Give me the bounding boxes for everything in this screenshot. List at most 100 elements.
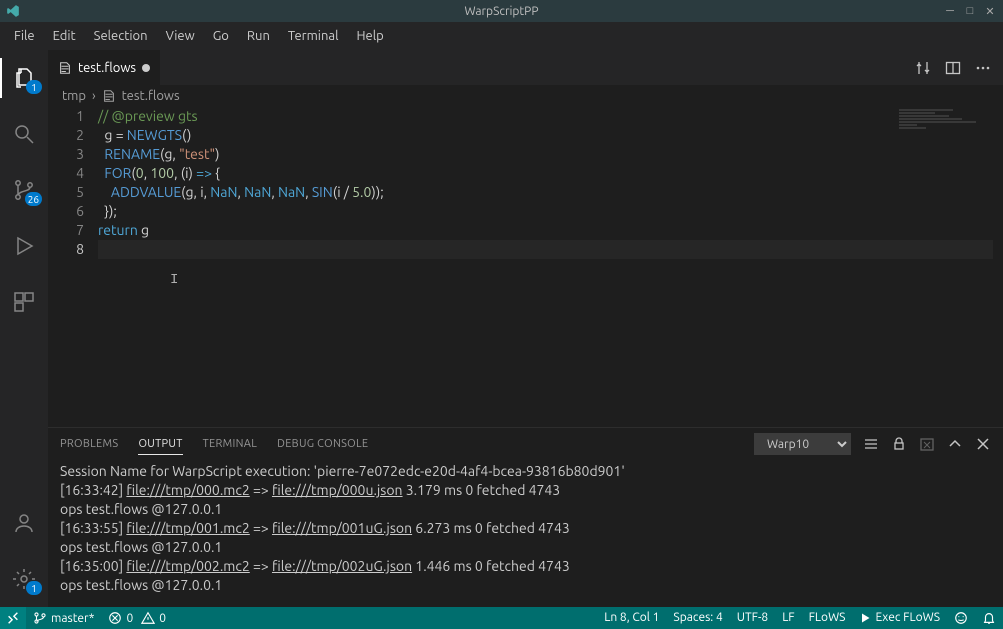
window-maximize-icon[interactable]: □ xyxy=(961,4,979,18)
code-line[interactable]: ADDVALUE(g, i, NaN, NaN, NaN, SIN(i / 5.… xyxy=(98,183,993,202)
output-link[interactable]: file:///tmp/002uG.json xyxy=(272,558,412,574)
output-link[interactable]: file:///tmp/000u.json xyxy=(272,482,403,498)
status-branch[interactable]: master* xyxy=(26,607,101,629)
code-line[interactable]: return g xyxy=(98,221,993,240)
line-number: 8 xyxy=(48,240,84,259)
breadcrumbs[interactable]: tmp › test.flows xyxy=(48,85,1003,107)
activity-explorer[interactable]: 1 xyxy=(0,58,48,98)
line-number: 3 xyxy=(48,145,84,164)
status-bar: master* 0 0 Ln 8, Col 1 Spaces: 4 UTF-8 … xyxy=(0,607,1003,629)
line-number: 6 xyxy=(48,202,84,221)
lock-icon[interactable] xyxy=(891,436,907,452)
status-indent[interactable]: Spaces: 4 xyxy=(666,611,729,624)
tab-dirty-indicator xyxy=(142,64,150,72)
chevron-right-icon: › xyxy=(92,89,96,103)
more-actions-icon[interactable] xyxy=(975,60,991,76)
menu-edit[interactable]: Edit xyxy=(45,25,84,47)
output-link[interactable]: file:///tmp/001uG.json xyxy=(272,520,412,536)
branch-label: master* xyxy=(51,612,94,625)
chevron-up-icon[interactable] xyxy=(947,436,963,452)
breadcrumb-root[interactable]: tmp xyxy=(62,89,86,103)
lang-label: FLoWS xyxy=(809,611,846,624)
status-exec-flows[interactable]: Exec FLoWS xyxy=(852,611,947,624)
output-line: ops test.flows @127.0.0.1 xyxy=(60,576,991,595)
code-line[interactable]: }); xyxy=(98,202,993,221)
activity-accounts[interactable] xyxy=(0,503,48,543)
window-close-icon[interactable]: ✕ xyxy=(981,4,999,18)
panel-tab-output[interactable]: Output xyxy=(138,434,182,455)
status-notifications[interactable] xyxy=(975,611,1003,625)
indent-label: Spaces: 4 xyxy=(673,611,722,624)
status-eol[interactable]: LF xyxy=(775,611,801,624)
activity-settings[interactable]: 1 xyxy=(0,559,48,599)
output-link[interactable]: file:///tmp/000.mc2 xyxy=(126,482,249,498)
minimap[interactable] xyxy=(899,109,989,149)
output-body[interactable]: Session Name for WarpScript execution: '… xyxy=(48,460,1003,607)
status-language[interactable]: FLoWS xyxy=(802,611,853,624)
window-titlebar: WarpScriptPP ─ □ ✕ xyxy=(0,0,1003,22)
output-line: ops test.flows @127.0.0.1 xyxy=(60,500,991,519)
line-number: 1 xyxy=(48,107,84,126)
branch-icon xyxy=(33,611,47,625)
code-line[interactable] xyxy=(98,240,993,259)
code-line[interactable]: g = NEWGTS() xyxy=(98,126,993,145)
close-panel-icon[interactable] xyxy=(975,436,991,452)
panel-tab-problems[interactable]: Problems xyxy=(60,434,118,454)
error-icon xyxy=(108,611,122,625)
menu-terminal[interactable]: Terminal xyxy=(280,25,347,47)
window-title: WarpScriptPP xyxy=(464,5,538,18)
menu-run[interactable]: Run xyxy=(239,25,278,47)
menu-selection[interactable]: Selection xyxy=(86,25,156,47)
activity-source-control[interactable]: 26 xyxy=(0,170,48,210)
panel-tab-terminal[interactable]: Terminal xyxy=(203,434,258,454)
code-content[interactable]: // @preview gts g = NEWGTS() RENAME(g, "… xyxy=(98,107,1003,427)
code-editor[interactable]: 12345678 // @preview gts g = NEWGTS() RE… xyxy=(48,107,1003,427)
code-line[interactable]: // @preview gts xyxy=(98,107,993,126)
cursor-label: Ln 8, Col 1 xyxy=(604,611,659,624)
menu-file[interactable]: File xyxy=(6,25,43,47)
line-number: 7 xyxy=(48,221,84,240)
output-line: [16:33:42] file:///tmp/000.mc2 => file:/… xyxy=(60,481,991,500)
activity-search[interactable] xyxy=(0,114,48,154)
encoding-label: UTF-8 xyxy=(737,611,768,624)
activity-extensions[interactable] xyxy=(0,282,48,322)
feedback-icon xyxy=(954,611,968,625)
split-editor-icon[interactable] xyxy=(945,60,961,76)
remote-indicator[interactable] xyxy=(0,607,26,629)
activity-bar: 1 26 1 xyxy=(0,50,48,607)
activity-run-debug[interactable] xyxy=(0,226,48,266)
status-encoding[interactable]: UTF-8 xyxy=(730,611,775,624)
breadcrumb-file[interactable]: test.flows xyxy=(122,89,180,103)
editor-tabs: test.flows xyxy=(48,50,1003,85)
scm-badge: 26 xyxy=(25,192,42,206)
error-count: 0 xyxy=(126,612,133,625)
tab-test-flows[interactable]: test.flows xyxy=(48,50,161,85)
account-icon xyxy=(12,511,36,535)
status-errors[interactable]: 0 0 xyxy=(101,607,173,629)
code-line[interactable]: RENAME(g, "test") xyxy=(98,145,993,164)
output-link[interactable]: file:///tmp/001.mc2 xyxy=(126,520,249,536)
extensions-icon xyxy=(12,290,36,314)
window-minimize-icon[interactable]: ─ xyxy=(941,4,959,18)
output-link[interactable]: file:///tmp/002.mc2 xyxy=(126,558,249,574)
file-icon xyxy=(58,61,72,75)
status-cursor-pos[interactable]: Ln 8, Col 1 xyxy=(597,611,666,624)
output-line: ops test.flows @127.0.0.1 xyxy=(60,538,991,557)
line-gutter: 12345678 xyxy=(48,107,98,427)
menu-help[interactable]: Help xyxy=(348,25,391,47)
line-number: 2 xyxy=(48,126,84,145)
menu-view[interactable]: View xyxy=(158,25,203,47)
compare-changes-icon[interactable] xyxy=(915,60,931,76)
output-channel-select[interactable]: Warp10 xyxy=(754,433,851,455)
list-icon[interactable] xyxy=(863,436,879,452)
bell-icon xyxy=(982,611,996,625)
code-line[interactable]: FOR(0, 100, (i) => { xyxy=(98,164,993,183)
output-line: [16:35:00] file:///tmp/002.mc2 => file:/… xyxy=(60,557,991,576)
line-number: 5 xyxy=(48,183,84,202)
menu-go[interactable]: Go xyxy=(205,25,237,47)
eol-label: LF xyxy=(782,611,794,624)
status-feedback[interactable] xyxy=(947,611,975,625)
panel-tab-debug-console[interactable]: Debug Console xyxy=(277,434,368,454)
panel-tabs: Problems Output Terminal Debug Console W… xyxy=(48,428,1003,460)
clear-output-icon[interactable] xyxy=(919,436,935,452)
